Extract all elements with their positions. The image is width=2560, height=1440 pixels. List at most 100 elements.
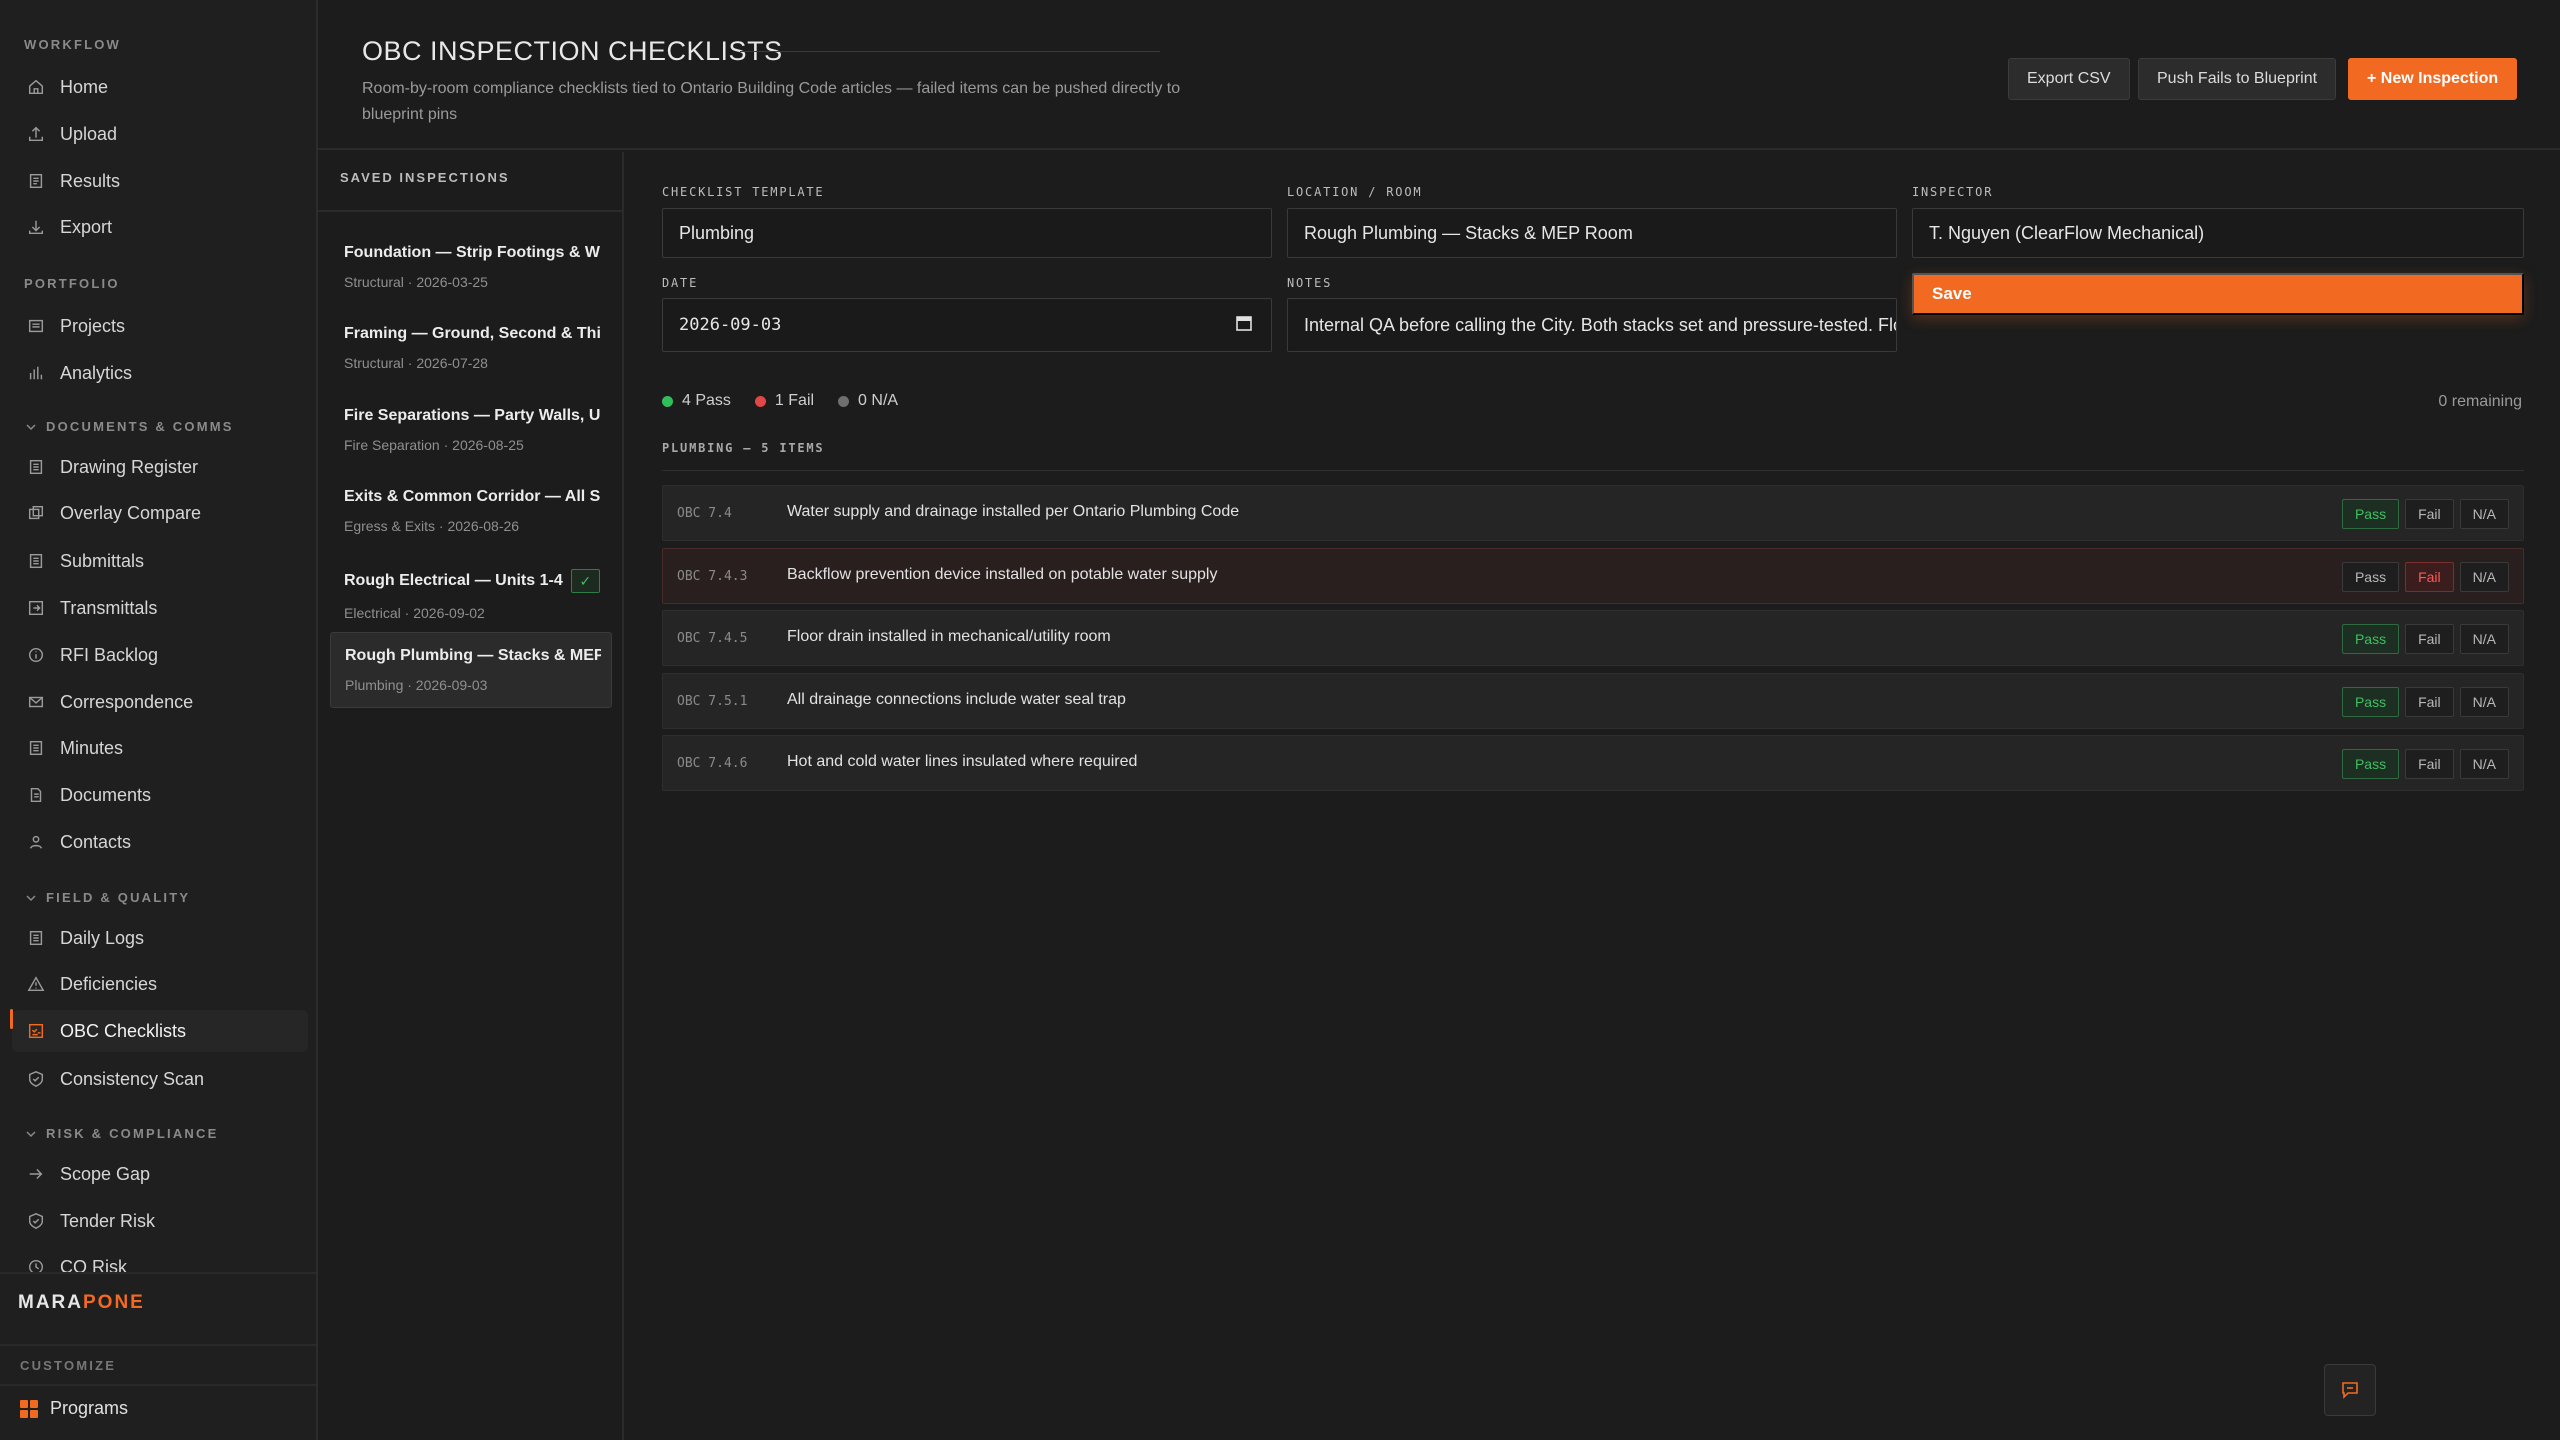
sidebar-item-upload[interactable]: Upload [12,113,308,155]
checklist-item-text: Water supply and drainage installed per … [787,503,1240,520]
notes-field[interactable]: Internal QA before calling the City. Bot… [1287,298,1897,352]
saved-inspection-item[interactable]: Exits & Common Corridor — All S... Egres… [330,474,612,550]
sidebar-item-label: Overlay Compare [60,502,202,523]
sidebar-item-documents[interactable]: Documents [12,774,308,816]
sidebar-item-label: Tender Risk [60,1210,156,1231]
inspector-field[interactable]: T. Nguyen (ClearFlow Mechanical) [1912,208,2524,258]
chat-button[interactable] [2324,1364,2376,1416]
saved-inspection-item-selected[interactable]: Rough Plumbing — Stacks & MEP... Plumbin… [330,632,612,708]
checklist-item-text: All drainage connections include water s… [787,691,1126,708]
sidebar-item-projects[interactable]: Projects [12,305,308,347]
fail-button[interactable]: Fail [2405,562,2454,592]
sidebar-item-tender-risk[interactable]: Tender Risk [12,1200,308,1242]
sidebar-item-minutes[interactable]: Minutes [12,727,308,769]
shield-icon [26,1211,46,1231]
checklist-row-failed: OBC 7.4.3 Backflow prevention device ins… [662,548,2524,604]
saved-inspection-meta: Plumbing · 2026-09-03 [345,677,488,693]
export-csv-button[interactable]: Export CSV [2008,58,2130,100]
sidebar-item-drawing-register[interactable]: Drawing Register [12,446,308,488]
page-title: OBC INSPECTION CHECKLISTS [362,36,783,66]
sidebar-item-rfi-backlog[interactable]: RFI Backlog [12,634,308,676]
submittals-icon [26,551,46,571]
push-fails-button[interactable]: Push Fails to Blueprint [2138,58,2337,100]
saved-inspections-heading: SAVED INSPECTIONS [340,170,510,185]
fail-count: 1 Fail [754,392,815,410]
pass-count: 4 Pass [662,392,731,410]
sidebar-item-co-risk[interactable]: CO Risk [12,1246,308,1272]
divider [0,1272,316,1274]
saved-inspection-title: Rough Plumbing — Stacks & MEP... [345,647,601,664]
programs-label: Programs [50,1398,129,1418]
saved-inspection-meta: Fire Separation · 2026-08-25 [344,437,524,453]
upload-icon [26,124,46,144]
chat-bubble-icon [2342,1382,2358,1399]
obc-code: OBC 7.4.5 [677,631,748,646]
sidebar-item-deficiencies[interactable]: Deficiencies [12,963,308,1005]
sidebar-item-export[interactable]: Export [12,206,308,248]
sidebar-item-obc-checklists[interactable]: OBC Checklists [12,1010,308,1052]
na-button[interactable]: N/A [2459,624,2509,654]
pass-button[interactable]: Pass [2341,624,2400,654]
saved-inspection-meta: Electrical · 2026-09-02 [344,605,485,621]
fail-button[interactable]: Fail [2405,687,2454,717]
sidebar-nav[interactable]: WORKFLOW Home Upload Results Export PORT… [0,0,316,1272]
save-button[interactable]: Save [1912,273,2524,315]
sidebar-item-analytics[interactable]: Analytics [12,352,308,394]
pass-button[interactable]: Pass [2341,499,2400,529]
fail-button[interactable]: Fail [2405,499,2454,529]
download-icon [26,217,46,237]
programs-button[interactable]: Programs [20,1398,128,1419]
checklist-template-field[interactable]: Plumbing [662,208,1272,258]
section-risk[interactable]: RISK & COMPLIANCE [26,1126,218,1141]
saved-inspection-item[interactable]: Rough Electrical — Units 1-4 ✓ Electrica… [330,555,612,631]
saved-inspection-item[interactable]: Foundation — Strip Footings & W... Struc… [330,230,612,306]
divider [318,210,622,212]
obc-code: OBC 7.4.3 [677,569,748,584]
na-button[interactable]: N/A [2459,749,2509,779]
date-field[interactable]: 2026-09-03 [662,298,1272,352]
section-field-label: FIELD & QUALITY [46,890,191,905]
pass-button[interactable]: Pass [2341,749,2400,779]
status-summary: 4 Pass 1 Fail 0 N/A [662,392,898,410]
pass-button[interactable]: Pass [2341,687,2400,717]
section-field[interactable]: FIELD & QUALITY [26,890,190,905]
mail-icon [26,692,46,712]
sidebar-item-home[interactable]: Home [12,66,308,108]
fail-button[interactable]: Fail [2405,624,2454,654]
saved-inspection-item[interactable]: Fire Separations — Party Walls, U... Fir… [330,393,612,469]
checklist-template-label: CHECKLIST TEMPLATE [662,185,825,199]
status-options: Pass Fail N/A [2341,687,2509,717]
sidebar-item-consistency-scan[interactable]: Consistency Scan [12,1058,308,1100]
sidebar-item-results[interactable]: Results [12,160,308,202]
na-button[interactable]: N/A [2459,499,2509,529]
sidebar-item-daily-logs[interactable]: Daily Logs [12,917,308,959]
page-header: OBC INSPECTION CHECKLISTS Room-by-room c… [318,0,2560,150]
pass-button[interactable]: Pass [2341,562,2400,592]
na-button[interactable]: N/A [2459,687,2509,717]
saved-inspection-item[interactable]: Framing — Ground, Second & Thi... Struct… [330,311,612,387]
warning-triangle-icon [26,974,46,994]
active-indicator [10,1009,13,1029]
sidebar-item-scope-gap[interactable]: Scope Gap [12,1153,308,1195]
sidebar-item-label: Upload [60,123,118,144]
new-inspection-button[interactable]: + New Inspection [2348,58,2518,100]
sidebar-item-contacts[interactable]: Contacts [12,821,308,863]
section-documents[interactable]: DOCUMENTS & COMMS [26,419,234,434]
sidebar-item-label: Consistency Scan [60,1068,205,1089]
sidebar-item-overlay-compare[interactable]: Overlay Compare [12,492,308,534]
brand-main: MARA [18,1292,83,1313]
chevron-down-icon [26,894,36,901]
chevron-down-icon [26,1130,36,1137]
sidebar-item-label: Export [60,216,113,237]
obc-code: OBC 7.5.1 [677,694,748,709]
sidebar-item-submittals[interactable]: Submittals [12,540,308,582]
sidebar-item-transmittals[interactable]: Transmittals [12,587,308,629]
location-field[interactable]: Rough Plumbing — Stacks & MEP Room [1287,208,1897,258]
fail-count-label: 1 Fail [774,392,815,409]
fail-button[interactable]: Fail [2405,749,2454,779]
sidebar-item-label: Submittals [60,550,145,571]
na-button[interactable]: N/A [2459,562,2509,592]
location-label: LOCATION / ROOM [1287,185,1423,199]
sidebar-item-correspondence[interactable]: Correspondence [12,681,308,723]
calendar-icon[interactable] [1235,314,1253,332]
